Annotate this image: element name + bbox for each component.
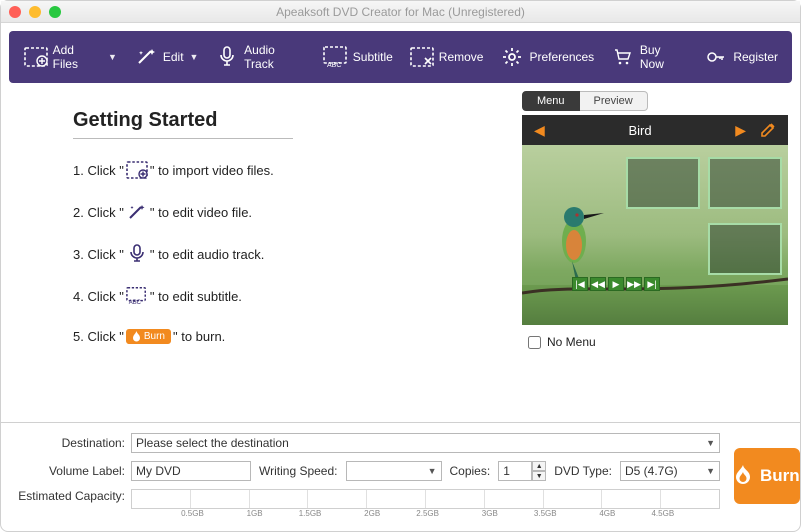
fast-forward-icon: ▶▶ — [626, 277, 642, 291]
buy-now-label: Buy Now — [640, 43, 687, 71]
flame-icon — [734, 465, 752, 487]
chevron-down-icon: ▼ — [190, 52, 199, 62]
step-5: 5. Click " Burn " to burn. — [73, 329, 482, 344]
edit-template-button[interactable] — [760, 122, 776, 138]
menu-thumbnail — [626, 157, 700, 209]
dvd-type-select[interactable]: D5 (4.7G)▼ — [620, 461, 720, 481]
tab-preview[interactable]: Preview — [580, 91, 648, 111]
magic-wand-icon — [126, 203, 148, 221]
preview-panel: Menu Preview ◀ Bird ▶ — [522, 91, 788, 422]
capacity-label: Estimated Capacity: — [13, 489, 125, 503]
key-icon — [703, 44, 729, 70]
burn-chip: Burn — [126, 329, 171, 344]
remove-icon — [409, 44, 435, 70]
chevron-down-icon: ▼ — [706, 466, 715, 476]
destination-select[interactable]: Please select the destination▼ — [131, 433, 720, 453]
menu-thumbnail — [708, 223, 782, 275]
svg-text:ABC: ABC — [129, 300, 142, 306]
destination-label: Destination: — [13, 436, 125, 450]
menu-template-header: ◀ Bird ▶ — [522, 115, 788, 145]
subtitle-label: Subtitle — [353, 50, 393, 64]
preferences-label: Preferences — [529, 50, 594, 64]
prev-template-button[interactable]: ◀ — [534, 122, 545, 139]
getting-started-title: Getting Started — [73, 109, 293, 139]
menu-template-title: Bird — [545, 123, 735, 138]
tab-menu[interactable]: Menu — [522, 91, 580, 111]
volume-label-input[interactable]: My DVD — [131, 461, 251, 481]
edit-label: Edit — [163, 50, 184, 64]
copies-label: Copies: — [450, 464, 491, 478]
register-label: Register — [733, 50, 778, 64]
preferences-button[interactable]: Preferences — [491, 31, 602, 83]
burn-button[interactable]: Burn — [734, 448, 800, 504]
skip-forward-icon: ▶| — [644, 277, 660, 291]
main-toolbar: Add Files ▼ Edit ▼ Audio Track ABC Subti… — [9, 31, 792, 83]
bottom-panel: Destination: Please select the destinati… — [1, 422, 800, 531]
step-2: 2. Click " " to edit video file. — [73, 203, 482, 221]
volume-label-label: Volume Label: — [13, 464, 125, 478]
register-button[interactable]: Register — [695, 31, 786, 83]
play-icon: ▶ — [608, 277, 624, 291]
add-files-label: Add Files — [53, 43, 102, 71]
getting-started-panel: Getting Started 1. Click " " to import v… — [13, 91, 510, 422]
subtitle-button[interactable]: ABC Subtitle — [315, 31, 401, 83]
chevron-down-icon: ▼ — [108, 52, 117, 62]
remove-label: Remove — [439, 50, 484, 64]
output-settings-form: Destination: Please select the destinati… — [13, 433, 720, 519]
capacity-meter: 0.5GB 1GB 1.5GB 2GB 2.5GB 3GB 3.5GB 4GB … — [131, 489, 720, 509]
step-4: 4. Click " ABC " to edit subtitle. — [73, 287, 482, 305]
next-template-button[interactable]: ▶ — [735, 122, 746, 139]
no-menu-input[interactable] — [528, 336, 541, 349]
cart-icon — [610, 44, 636, 70]
remove-button[interactable]: Remove — [401, 31, 492, 83]
add-files-button[interactable]: Add Files ▼ — [15, 31, 125, 83]
menu-preview-image: |◀ ◀◀ ▶ ▶▶ ▶| — [522, 145, 788, 325]
no-menu-checkbox[interactable]: No Menu — [522, 335, 788, 349]
dvd-type-label: DVD Type: — [554, 464, 612, 478]
main-content: Getting Started 1. Click " " to import v… — [1, 91, 800, 422]
svg-text:ABC: ABC — [327, 62, 341, 68]
window-title: Apeaksoft DVD Creator for Mac (Unregiste… — [1, 5, 800, 19]
audio-track-button[interactable]: Audio Track — [206, 31, 314, 83]
audio-track-label: Audio Track — [244, 43, 307, 71]
copies-down-button[interactable]: ▼ — [532, 471, 546, 481]
gear-icon — [499, 44, 525, 70]
edit-button[interactable]: Edit ▼ — [125, 31, 207, 83]
playback-controls: |◀ ◀◀ ▶ ▶▶ ▶| — [572, 277, 660, 291]
writing-speed-label: Writing Speed: — [259, 464, 338, 478]
menu-thumbnail — [708, 157, 782, 209]
chevron-down-icon: ▼ — [706, 438, 715, 448]
burn-button-label: Burn — [760, 466, 800, 486]
step-1: 1. Click " " to import video files. — [73, 161, 482, 179]
add-files-icon — [23, 44, 49, 70]
skip-back-icon: |◀ — [572, 277, 588, 291]
subtitle-icon: ABC — [126, 287, 148, 305]
add-files-icon — [126, 161, 148, 179]
rewind-icon: ◀◀ — [590, 277, 606, 291]
step-3: 3. Click " " to edit audio track. — [73, 245, 482, 263]
magic-wand-icon — [133, 44, 159, 70]
microphone-icon — [126, 245, 148, 263]
preview-tabs: Menu Preview — [522, 91, 788, 111]
buy-now-button[interactable]: Buy Now — [602, 31, 695, 83]
microphone-icon — [214, 44, 240, 70]
copies-up-button[interactable]: ▲ — [532, 461, 546, 471]
writing-speed-select[interactable]: ▼ — [346, 461, 442, 481]
chevron-down-icon: ▼ — [428, 466, 437, 476]
subtitle-icon: ABC — [323, 44, 349, 70]
copies-stepper[interactable]: 1 ▲▼ — [498, 461, 546, 481]
window-titlebar: Apeaksoft DVD Creator for Mac (Unregiste… — [1, 1, 800, 23]
